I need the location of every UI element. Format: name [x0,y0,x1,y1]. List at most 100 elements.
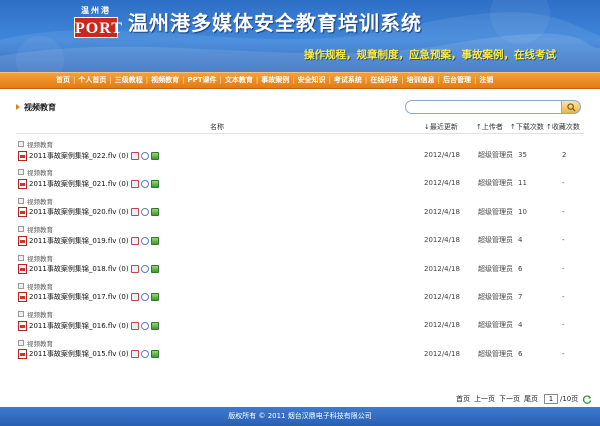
preview-icon[interactable] [140,350,149,359]
folder-icon [18,282,24,289]
pager-prev[interactable]: 上一页 [474,394,495,404]
search-input[interactable] [405,100,563,114]
page-number-input[interactable] [544,394,558,404]
nav-separator: | [219,76,222,84]
download-icon[interactable] [150,265,159,274]
site-slogan: 操作规程，规章制度，应急预案，事故案例，在线考试 [304,49,556,61]
download-icon[interactable] [150,151,159,160]
download-icon[interactable] [150,236,159,245]
folder-icon [18,226,24,233]
row-category-label[interactable]: 视频教育 [27,224,53,234]
preview-icon[interactable] [140,208,149,217]
download-icon[interactable] [150,179,159,188]
video-file-icon [18,264,27,275]
row-category-label[interactable]: 视频教育 [27,253,53,263]
nav-item[interactable]: 首页 [56,73,70,88]
pager-next[interactable]: 下一页 [499,394,520,404]
preview-icon[interactable] [140,236,149,245]
edit-icon[interactable] [130,179,139,188]
row-date: 2012/4/18 [424,151,460,159]
nav-item[interactable]: 事故案例 [261,73,289,88]
nav-item[interactable]: 在线问答 [370,73,398,88]
row-category-label[interactable]: 视频教育 [27,281,53,291]
row-file-name[interactable]: 2011事故案例集锦_017.flv (0) [29,292,129,302]
pager-total: /10页 [560,395,579,403]
search-button[interactable] [561,100,581,114]
row-downloads: 4 [518,321,523,330]
pager-last[interactable]: 尾页 [524,394,538,404]
nav-separator: | [109,76,112,84]
row-favorites: - [562,321,565,330]
row-date: 2012/4/18 [424,321,460,330]
table-row: 视频教育 2011事故案例集锦_018.flv (0) 2012/4/18 超级管理员… [16,252,584,280]
download-icon[interactable] [150,350,159,359]
row-file: 2011事故案例集锦_020.flv (0) [18,207,159,218]
row-file-name[interactable]: 2011事故案例集锦_018.flv (0) [29,264,129,274]
edit-icon[interactable] [130,208,139,217]
preview-icon[interactable] [140,293,149,302]
row-category-label[interactable]: 视频教育 [27,167,53,177]
table-row: 视频教育 2011事故案例集锦_021.flv (0) 2012/4/18 超级管理员… [16,166,584,194]
preview-icon[interactable] [140,321,149,330]
edit-icon[interactable] [130,236,139,245]
header-name[interactable]: 名称 [210,120,224,134]
video-file-icon [18,292,27,303]
row-category-label[interactable]: 视频教育 [27,196,53,206]
row-file-name[interactable]: 2011事故案例集锦_020.flv (0) [29,207,129,217]
row-favorites: - [562,264,565,273]
header-favorites[interactable]: ↑收藏次数 [546,120,580,134]
preview-icon[interactable] [140,265,149,274]
table-row: 视频教育 2011事故案例集锦_022.flv (0) 2012/4/18 超级管理员… [16,138,584,166]
breadcrumb: 视频教育 [16,101,56,113]
nav-separator: | [73,76,76,84]
nav-separator: | [437,76,440,84]
nav-item[interactable]: 三级教程 [115,73,143,88]
edit-icon[interactable] [130,350,139,359]
download-icon[interactable] [150,208,159,217]
row-category-label[interactable]: 视频教育 [27,309,53,319]
table-header: 名称 ↓最近更新 ↑上传者 ↑下载次数 ↑收藏次数 [16,120,584,134]
nav-item[interactable]: PPT课件 [187,73,216,88]
preview-icon[interactable] [140,151,149,160]
download-icon[interactable] [150,293,159,302]
row-uploader: 超级管理员 [478,179,513,188]
nav-separator: | [401,76,404,84]
row-file-name[interactable]: 2011事故案例集锦_016.flv (0) [29,321,129,331]
nav-item[interactable]: 考试系统 [334,73,362,88]
header-uploader[interactable]: ↑上传者 [476,120,503,134]
refresh-icon[interactable] [583,394,592,404]
header-date[interactable]: ↓最近更新 [424,120,458,134]
download-icon[interactable] [150,321,159,330]
video-file-icon [18,320,27,331]
nav-item[interactable]: 注销 [479,73,493,88]
row-favorites: - [562,236,565,245]
site-logo[interactable]: 温州港 PORT [70,5,122,39]
preview-icon[interactable] [140,179,149,188]
folder-icon [18,169,24,176]
row-file-name[interactable]: 2011事故案例集锦_022.flv (0) [29,151,129,161]
row-file-name[interactable]: 2011事故案例集锦_019.flv (0) [29,236,129,246]
row-favorites: - [562,179,565,188]
nav-separator: | [364,76,368,84]
row-file-name[interactable]: 2011事故案例集锦_021.flv (0) [29,179,129,189]
video-file-icon [18,207,27,218]
row-file-name[interactable]: 2011事故案例集锦_015.flv (0) [29,349,129,359]
row-date: 2012/4/18 [424,179,460,188]
nav-item[interactable]: 后台管理 [443,73,471,88]
row-category-label[interactable]: 视频教育 [27,139,53,149]
nav-item[interactable]: 培训信息 [407,73,435,88]
nav-item[interactable]: 个人首页 [78,73,106,88]
edit-icon[interactable] [130,293,139,302]
nav-item[interactable]: 文本教育 [225,73,253,88]
nav-item[interactable]: 安全知识 [298,73,326,88]
video-file-icon [18,150,27,161]
edit-icon[interactable] [130,321,139,330]
header-downloads[interactable]: ↑下载次数 [510,120,544,134]
pager-first[interactable]: 首页 [456,394,470,404]
nav-item[interactable]: 视频教育 [151,73,179,88]
row-category-label[interactable]: 视频教育 [27,338,53,348]
row-uploader: 超级管理员 [478,151,513,159]
edit-icon[interactable] [130,265,139,274]
edit-icon[interactable] [130,151,139,160]
row-category: 视频教育 [18,309,53,319]
